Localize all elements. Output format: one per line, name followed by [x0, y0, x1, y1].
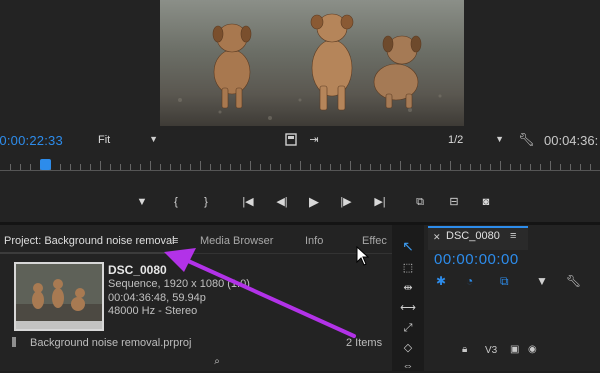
annotation-arrow: [164, 248, 356, 338]
